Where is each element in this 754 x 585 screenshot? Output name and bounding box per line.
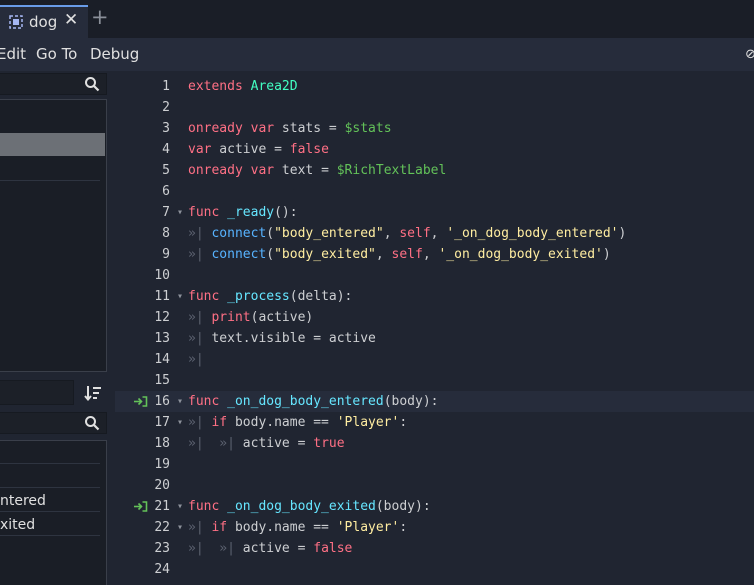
code-text: »| text.visible = active bbox=[188, 331, 376, 346]
code-text: »| if body.name == 'Player': bbox=[188, 520, 408, 535]
line-number: 1 bbox=[162, 79, 170, 94]
script-list[interactable] bbox=[0, 99, 107, 372]
line-number: 8 bbox=[162, 226, 170, 241]
code-text: func _process(delta): bbox=[188, 289, 353, 304]
tab-dog[interactable]: dog ✕ bbox=[0, 5, 88, 38]
tab-bar: dog ✕ + bbox=[0, 0, 754, 38]
tab-label: dog bbox=[29, 13, 58, 31]
code-line[interactable]: 4 var active = false bbox=[115, 139, 754, 160]
list-divider bbox=[0, 463, 100, 464]
line-number: 5 bbox=[162, 163, 170, 178]
code-text: »| bbox=[188, 352, 204, 367]
code-text: »| connect("body_exited", self, '_on_dog… bbox=[188, 247, 611, 262]
list-divider bbox=[0, 180, 100, 181]
menu-bar: Edit Go To Debug ⊘ bbox=[0, 38, 754, 71]
filter-methods-input[interactable] bbox=[0, 380, 74, 405]
menu-debug[interactable]: Debug bbox=[90, 45, 139, 63]
code-text: »| »| active = false bbox=[188, 541, 353, 556]
list-item-selected[interactable] bbox=[0, 133, 105, 156]
code-text: func _on_dog_body_entered(body): bbox=[188, 394, 439, 409]
code-line[interactable]: 15 bbox=[115, 370, 754, 391]
code-line[interactable]: 7 ▾ func _ready(): bbox=[115, 202, 754, 223]
line-number: 9 bbox=[162, 247, 170, 262]
method-item[interactable]: xited bbox=[0, 517, 35, 533]
code-line[interactable]: 18 »| »| active = true bbox=[115, 433, 754, 454]
line-number: 10 bbox=[154, 268, 170, 283]
line-number: 21 bbox=[154, 499, 170, 514]
code-line[interactable]: 21 ▾ func _on_dog_body_exited(body): bbox=[115, 496, 754, 517]
line-number: 11 bbox=[154, 289, 170, 304]
line-number: 16 bbox=[154, 394, 170, 409]
line-number: 23 bbox=[154, 541, 170, 556]
code-line[interactable]: 24 bbox=[115, 559, 754, 580]
line-number: 24 bbox=[154, 562, 170, 577]
line-number: 20 bbox=[154, 478, 170, 493]
list-divider bbox=[0, 535, 100, 536]
line-number: 2 bbox=[162, 100, 170, 115]
search-icon[interactable] bbox=[84, 415, 100, 431]
line-number: 18 bbox=[154, 436, 170, 451]
line-number: 7 bbox=[162, 205, 170, 220]
code-line[interactable]: 9 »| connect("body_exited", self, '_on_do… bbox=[115, 244, 754, 265]
method-list[interactable] bbox=[0, 440, 107, 585]
code-text: func _ready(): bbox=[188, 205, 298, 220]
code-line[interactable]: 2 bbox=[115, 97, 754, 118]
code-line[interactable]: 11 ▾ func _process(delta): bbox=[115, 286, 754, 307]
code-line[interactable]: 16 ▾ func _on_dog_body_entered(body): bbox=[115, 391, 754, 412]
code-line[interactable]: 23 »| »| active = false bbox=[115, 538, 754, 559]
list-divider bbox=[0, 487, 100, 488]
line-number: 22 bbox=[154, 520, 170, 535]
code-line[interactable]: 6 bbox=[115, 181, 754, 202]
sort-icon[interactable] bbox=[84, 385, 102, 401]
line-number: 3 bbox=[162, 121, 170, 136]
close-icon[interactable]: ✕ bbox=[64, 11, 78, 29]
code-text: onready var text = $RichTextLabel bbox=[188, 163, 447, 178]
code-text: onready var stats = $stats bbox=[188, 121, 392, 136]
code-text: extends Area2D bbox=[188, 79, 298, 94]
code-text: »| if body.name == 'Player': bbox=[188, 415, 408, 430]
code-line[interactable]: 17 ▾ »| if body.name == 'Player': bbox=[115, 412, 754, 433]
code-text: »| print(active) bbox=[188, 310, 314, 325]
script-panel: ntered xited bbox=[0, 71, 113, 585]
code-line[interactable]: 5 onready var text = $RichTextLabel bbox=[115, 160, 754, 181]
line-number: 14 bbox=[154, 352, 170, 367]
list-divider bbox=[0, 511, 100, 512]
code-text: »| connect("body_entered", self, '_on_do… bbox=[188, 226, 627, 241]
line-number: 19 bbox=[154, 457, 170, 472]
line-number: 12 bbox=[154, 310, 170, 325]
fold-arrow-icon[interactable]: ▾ bbox=[174, 202, 186, 223]
line-number: 6 bbox=[162, 184, 170, 199]
fold-arrow-icon[interactable]: ▾ bbox=[174, 496, 186, 517]
fold-arrow-icon[interactable]: ▾ bbox=[174, 391, 186, 412]
code-line[interactable]: 12 »| print(active) bbox=[115, 307, 754, 328]
menu-edit[interactable]: Edit bbox=[0, 45, 26, 63]
code-line[interactable]: 22 ▾ »| if body.name == 'Player': bbox=[115, 517, 754, 538]
code-line[interactable]: 8 »| connect("body_entered", self, '_on_d… bbox=[115, 223, 754, 244]
line-number: 15 bbox=[154, 373, 170, 388]
code-line[interactable]: 1 extends Area2D bbox=[115, 76, 754, 97]
code-editor[interactable]: 1 extends Area2D 2 3 onready var stats = $st… bbox=[115, 71, 754, 585]
method-item[interactable]: ntered bbox=[0, 493, 46, 509]
fold-arrow-icon[interactable]: ▾ bbox=[174, 412, 186, 433]
code-line[interactable]: 10 bbox=[115, 265, 754, 286]
code-line[interactable]: 14 »| bbox=[115, 349, 754, 370]
code-text: var active = false bbox=[188, 142, 329, 157]
line-number: 17 bbox=[154, 415, 170, 430]
area2d-icon bbox=[9, 15, 23, 29]
code-text: func _on_dog_body_exited(body): bbox=[188, 499, 431, 514]
link-icon[interactable]: ⊘ bbox=[745, 47, 754, 62]
line-number: 4 bbox=[162, 142, 170, 157]
fold-arrow-icon[interactable]: ▾ bbox=[174, 286, 186, 307]
code-line[interactable]: 3 onready var stats = $stats bbox=[115, 118, 754, 139]
fold-arrow-icon[interactable]: ▾ bbox=[174, 517, 186, 538]
line-number: 13 bbox=[154, 331, 170, 346]
search-icon[interactable] bbox=[84, 76, 100, 92]
code-line[interactable]: 20 bbox=[115, 475, 754, 496]
menu-goto[interactable]: Go To bbox=[36, 45, 77, 63]
code-text: »| »| active = true bbox=[188, 436, 345, 451]
code-line[interactable]: 19 bbox=[115, 454, 754, 475]
code-line[interactable]: 13 »| text.visible = active bbox=[115, 328, 754, 349]
add-tab-icon[interactable]: + bbox=[91, 6, 109, 28]
